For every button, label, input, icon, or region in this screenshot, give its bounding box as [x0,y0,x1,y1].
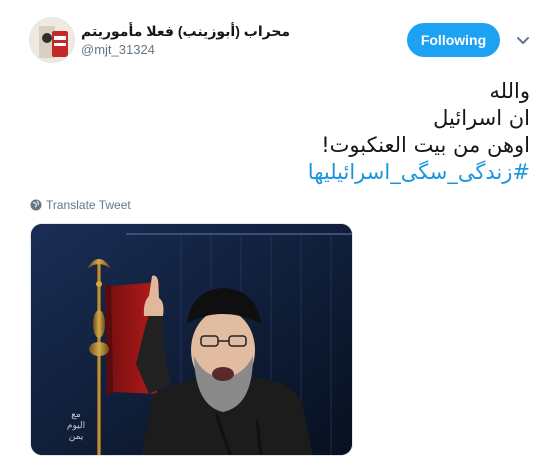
avatar[interactable] [29,17,75,63]
translate-tweet-link[interactable]: Translate Tweet [30,198,131,212]
tweet-card: محراب (أبوزينب) فعلا مأموريتم @mjt_31324… [0,0,558,463]
chevron-down-icon[interactable] [515,34,531,46]
tweet-line: والله [489,79,530,103]
tweet-line: ان اسرائیل [433,106,530,130]
hashtag-link[interactable]: #زندگی_سگی_اسرائیلیها [290,159,530,186]
watermark-line: اليوم [67,421,85,431]
user-info[interactable]: محراب (أبوزينب) فعلا مأموريتم @mjt_31324 [81,22,311,59]
user-handle[interactable]: @mjt_31324 [81,41,311,59]
tweet-line: اوهن من بیت العنکبوت! [321,133,530,157]
translate-label: Translate Tweet [46,198,131,212]
tweet-photo[interactable]: مع اليوم يمن [30,223,353,456]
watermark-line: مع [71,410,81,420]
tweet-text: والله ان اسرائیل اوهن من بیت العنکبوت! #… [290,78,530,186]
watermark-line: يمن [69,432,84,442]
display-name[interactable]: محراب (أبوزينب) فعلا مأموريتم [81,22,311,40]
globe-icon [30,199,42,211]
following-button[interactable]: Following [407,23,500,57]
